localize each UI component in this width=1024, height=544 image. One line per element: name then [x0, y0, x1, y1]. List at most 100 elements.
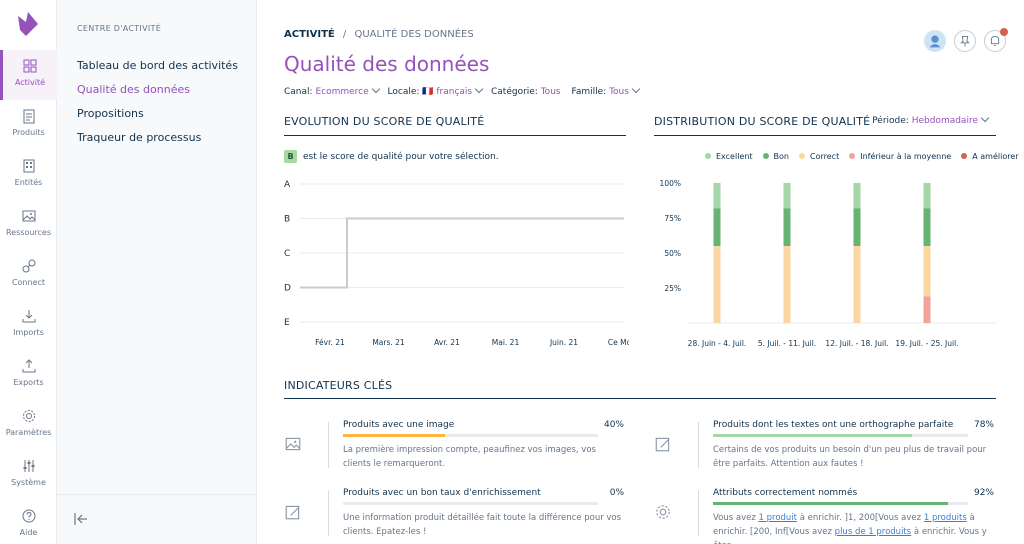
image-icon: [285, 437, 301, 451]
nav-label: Activité: [14, 78, 46, 87]
legend-item: Excellent: [695, 152, 753, 161]
kpi-percent: 78%: [973, 420, 994, 430]
kpi-card: Attributs correctement nommés 92% Vous ave…: [654, 488, 994, 544]
pin-icon[interactable]: [954, 30, 976, 52]
nav-item-link[interactable]: Connect: [0, 250, 57, 300]
bar-segment: [783, 208, 791, 246]
link-icon: [22, 259, 35, 273]
kpi-label[interactable]: Produits avec une image: [343, 420, 454, 430]
akeneo-logo[interactable]: [14, 10, 42, 38]
kpi-card: Produits avec une image 40% La première im…: [284, 420, 624, 480]
clipboard-icon: [23, 109, 34, 124]
panel-link-dashboard[interactable]: Tableau de bord des activités: [77, 59, 238, 72]
y-tick-label: B: [284, 215, 290, 225]
collapse-panel-icon[interactable]: [73, 511, 89, 527]
bar-segment: [923, 208, 931, 246]
nav-item-help[interactable]: Aide: [0, 500, 57, 544]
image-icon: [22, 210, 35, 222]
kpi-description: Une information produit détaillée fait t…: [343, 513, 622, 537]
bar-segment: [923, 246, 931, 297]
legend-item: Bon: [753, 152, 789, 161]
kpi-link[interactable]: 1 produit: [759, 513, 798, 523]
legend-swatch: [799, 153, 805, 159]
kpi-link[interactable]: plus de 1 produits: [835, 527, 912, 537]
kpi-separator: [328, 490, 329, 536]
breadcrumb-root[interactable]: ACTIVITÉ: [284, 29, 335, 40]
gear-icon: [656, 505, 670, 519]
legend-item: Correct: [789, 152, 839, 161]
legend-swatch: [849, 153, 856, 159]
category-filter[interactable]: Catégorie: Tous: [491, 87, 561, 97]
kpi-separator: [698, 490, 699, 536]
period-selector[interactable]: Période: Hebdomadaire: [872, 113, 994, 126]
help-icon: [22, 509, 35, 523]
nav-item-export[interactable]: Exports: [0, 350, 57, 400]
nav-item-import[interactable]: Imports: [0, 300, 57, 350]
kpi-percent: 0%: [609, 488, 624, 498]
edit-icon: [655, 437, 670, 452]
x-tick-label: Mai. 21: [492, 338, 520, 347]
activity-panel: CENTRE D'ACTIVITÉ Tableau de bord des ac…: [57, 0, 257, 544]
kpi-description: Vous avez 1 produit à enrichir. ]1, 200[…: [713, 513, 987, 544]
panel-link-data-quality[interactable]: Qualité des données: [77, 83, 190, 96]
notification-badge: [1000, 28, 1008, 36]
y-tick-label: A: [284, 180, 291, 190]
kpi-label[interactable]: Produits avec un bon taux d'enrichisseme…: [343, 488, 541, 498]
panel-footer: [57, 494, 257, 544]
kpi-progress-fill: [713, 434, 912, 437]
kpi-separator: [328, 422, 329, 468]
nav-item-image[interactable]: Ressources: [0, 200, 57, 250]
canal-filter[interactable]: Canal: Ecommerce: [284, 84, 385, 97]
x-tick-label: Ce Mois: [608, 338, 629, 347]
bar-segment: [713, 246, 721, 323]
breadcrumb: ACTIVITÉ / QUALITÉ DES DONNÉES: [284, 29, 474, 40]
kpi-percent: 92%: [973, 488, 994, 498]
y-tick-label: C: [284, 249, 290, 259]
kpi-divider: [284, 398, 996, 399]
kpi-label[interactable]: Produits dont les textes ont une orthogr…: [713, 420, 953, 430]
x-tick-label: Févr. 21: [315, 338, 345, 347]
legend-swatch: [961, 153, 968, 159]
kpi-label[interactable]: Attributs correctement nommés: [713, 488, 857, 498]
panel-link-proposals[interactable]: Propositions: [77, 107, 144, 120]
y-tick-label: 75%: [664, 214, 681, 223]
breadcrumb-separator: /: [342, 29, 347, 40]
distribution-chart: 100% 75% 50% 25% 28. Juin - 4. Juil. 5. Juil.…: [660, 179, 997, 348]
kpi-card: Produits dont les textes ont une orthogr…: [654, 420, 994, 480]
y-tick-label: E: [284, 318, 290, 328]
nav-label: Paramètres: [5, 428, 52, 437]
nav-item-sliders[interactable]: Système: [0, 450, 57, 500]
y-tick-label: D: [284, 284, 291, 294]
nav-label: Connect: [11, 278, 46, 287]
locale-filter[interactable]: Locale: 🇫🇷 français: [388, 84, 489, 97]
notification-bell-icon[interactable]: [984, 28, 1008, 52]
nav-label: Ressources: [5, 228, 52, 237]
score-note-text: est le score de qualité pour votre sélec…: [303, 152, 499, 162]
bar-segment: [923, 296, 931, 323]
nav-item-dashboard-grid[interactable]: Activité: [0, 50, 57, 100]
bar-segment: [713, 183, 721, 209]
kpi-percent: 40%: [603, 420, 624, 430]
nav-label: Entités: [14, 178, 43, 187]
y-tick-label: 100%: [660, 179, 681, 188]
kpi-progress-bar: [713, 434, 968, 437]
user-avatar-icon[interactable]: [924, 30, 946, 52]
legend-item: Inférieur à la moyenne: [839, 152, 951, 161]
panel-link-process-tracker[interactable]: Traqueur de processus: [77, 131, 201, 144]
nav-item-clipboard[interactable]: Produits: [0, 100, 57, 150]
chevron-down-icon: [980, 113, 990, 123]
distribution-divider: [654, 135, 996, 136]
breadcrumb-current: QUALITÉ DES DONNÉES: [354, 29, 474, 40]
x-tick-label: 5. Juil. - 11. Juil.: [758, 339, 816, 348]
kpi-progress-bar: [343, 502, 598, 505]
kpi-description: La première impression compte, peaufinez…: [343, 445, 596, 469]
kpi-title: INDICATEURS CLÉS: [284, 379, 393, 392]
bar-segment: [853, 208, 861, 246]
nav-label: Exports: [13, 378, 44, 387]
main-navigation: Activité Produits Entités Ressources Connect…: [0, 0, 57, 544]
nav-item-gear[interactable]: Paramètres: [0, 400, 57, 450]
nav-item-building[interactable]: Entités: [0, 150, 57, 200]
kpi-link[interactable]: 1 produits: [924, 513, 967, 523]
family-filter[interactable]: Famille: Tous: [571, 84, 644, 97]
sliders-icon: [23, 460, 34, 472]
